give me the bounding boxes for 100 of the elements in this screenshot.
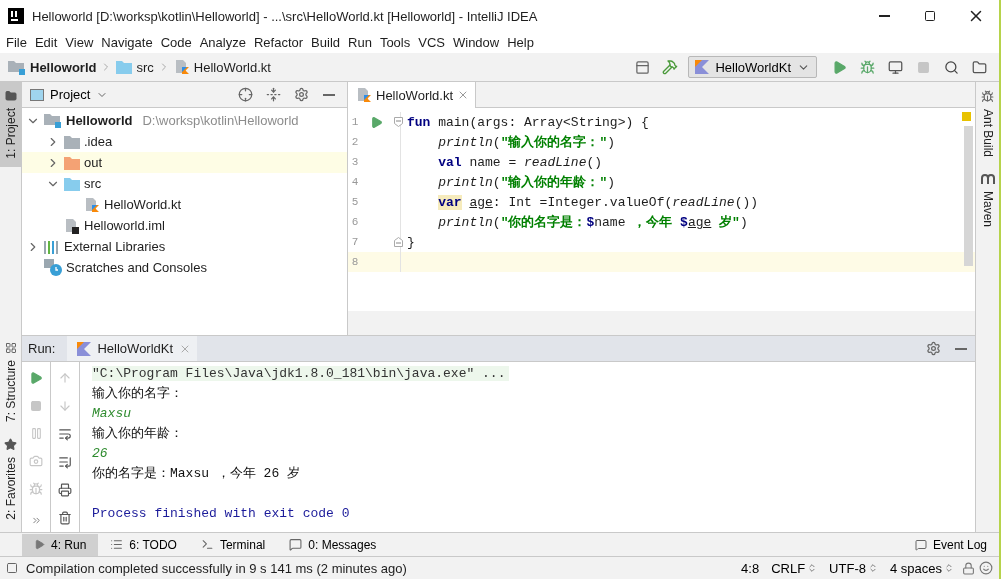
line-number: 7	[350, 236, 360, 248]
scrollbar-thumb[interactable]	[964, 126, 973, 266]
tool-window-tab[interactable]: Maven	[976, 165, 999, 236]
menu-item[interactable]: Build	[307, 35, 344, 50]
line-number: 1	[350, 116, 360, 128]
message-icon	[289, 538, 303, 551]
breadcrumb[interactable]: src	[116, 59, 154, 75]
play-icon	[34, 539, 45, 550]
tool-window-tab[interactable]: 7: Structure	[0, 334, 21, 431]
face-icon[interactable]	[979, 561, 993, 575]
breadcrumb[interactable]: Helloworld	[8, 59, 97, 75]
monitor-icon	[887, 59, 903, 75]
library-icon	[44, 239, 60, 254]
tree-item[interactable]: Scratches and Consoles	[22, 257, 347, 278]
minus-icon	[323, 93, 335, 96]
stop-icon	[916, 60, 930, 74]
line-separator-selector[interactable]: CRLF	[767, 560, 822, 576]
breadcrumb-label: src	[136, 59, 154, 75]
minus-icon	[955, 347, 967, 350]
tree-item[interactable]: .idea	[22, 131, 347, 152]
menu-item[interactable]: Tools	[375, 35, 415, 50]
tool-window-button[interactable]: 6: TODO	[98, 533, 189, 556]
excluded-folder-icon	[64, 155, 80, 170]
stop-icon	[30, 399, 42, 412]
module-folder-icon	[8, 59, 26, 75]
tree-item-label: src	[84, 176, 102, 191]
folder-icon	[116, 60, 133, 74]
maximize-icon	[924, 10, 936, 22]
menu-item[interactable]: View	[61, 35, 98, 50]
project-view-dropdown[interactable]: Project	[30, 87, 109, 102]
tool-window-button[interactable]: 0: Messages	[277, 533, 389, 556]
line-number: 8	[350, 256, 360, 268]
menu-item[interactable]: Help	[503, 35, 538, 50]
menu-item[interactable]: Navigate	[97, 35, 157, 50]
menu-item[interactable]: Edit	[30, 35, 62, 50]
fold-icon[interactable]	[394, 117, 403, 127]
console-line: 你的名字是：Maxsu ，今年 26 岁	[92, 465, 301, 482]
tool-window-tab-label: 2: Favorites	[3, 457, 18, 520]
scroll-end-icon	[58, 455, 72, 469]
tree-item[interactable]: HelloWorld.kt	[22, 194, 347, 215]
menu-item[interactable]: File	[2, 35, 31, 50]
caret-position[interactable]: 4:8	[737, 560, 764, 576]
tree-item-label: Helloworld.iml	[84, 218, 165, 233]
menu-item[interactable]: Window	[448, 35, 504, 50]
breadcrumb[interactable]: HelloWorld.kt	[173, 59, 271, 75]
tree-item-label: External Libraries	[64, 239, 166, 254]
tool-window-tab[interactable]: 1: Project	[0, 82, 21, 167]
fold-icon[interactable]	[394, 237, 403, 247]
folder-icon	[971, 59, 987, 75]
code-line: println("输入你的年龄：")	[437, 174, 616, 191]
tree-item[interactable]: src	[22, 173, 347, 194]
crosshair-icon	[237, 87, 253, 102]
menu-item[interactable]: VCS	[414, 35, 449, 50]
tool-window-button[interactable]: Terminal	[188, 533, 278, 556]
tree-item[interactable]: External Libraries	[22, 236, 347, 257]
kotlin-icon	[695, 60, 710, 74]
run-gutter-icon[interactable]	[370, 115, 383, 129]
run-configuration-dropdown[interactable]: HelloWorldKt	[688, 56, 817, 78]
indent-selector[interactable]: 4 spaces	[885, 560, 958, 576]
bug-icon	[29, 481, 43, 496]
run-tab-label: HelloWorldKt	[97, 341, 174, 356]
run-tab[interactable]: HelloWorldKt	[67, 336, 198, 361]
up-down-icon	[807, 563, 818, 573]
tool-window-button[interactable]: 4: Run	[22, 533, 99, 556]
code-line: val name = readLine()	[437, 154, 603, 170]
menu-item[interactable]: Refactor	[249, 35, 308, 50]
window-frame-icon	[634, 59, 650, 75]
pause-icon	[29, 426, 43, 440]
module-file-icon	[64, 217, 80, 234]
tree-item-label: .idea	[84, 134, 113, 149]
console-line: Maxsu	[92, 405, 132, 421]
lock-icon[interactable]	[962, 561, 975, 575]
trash-icon	[58, 511, 72, 525]
tool-window-tab-label: Maven	[980, 191, 995, 228]
tree-item-label: Helloworld	[66, 113, 133, 128]
event-log-button[interactable]: Event Log	[902, 533, 999, 556]
tree-item[interactable]: Helloworld.iml	[22, 215, 347, 236]
encoding-selector[interactable]: UTF-8	[825, 560, 882, 576]
menu-item[interactable]: Analyze	[195, 35, 250, 50]
tree-item[interactable]: Helloworld D:\worksp\kotlin\Helloworld	[22, 110, 347, 131]
terminal-icon	[200, 538, 214, 551]
console-line: 输入你的年龄：	[92, 425, 184, 442]
menu-item[interactable]: Run	[344, 35, 376, 50]
folder-icon	[64, 134, 80, 149]
code-line: println("你的名字是：$name ，今年 $age 岁")	[437, 213, 748, 231]
warning-marker[interactable]	[962, 112, 971, 121]
status-message: Compilation completed successfully in 9 s 141 ms (2 minutes ago)	[26, 560, 408, 576]
breadcrumb-label: Helloworld	[30, 59, 97, 75]
kotlin-icon	[77, 341, 92, 356]
bug-icon	[859, 59, 875, 75]
status-icon	[6, 562, 18, 574]
source-folder-icon	[64, 176, 80, 191]
tree-item[interactable]: out	[22, 152, 347, 173]
editor-tab[interactable]: HelloWorld.kt	[348, 82, 477, 108]
tool-window-tab[interactable]: Ant Build	[976, 82, 999, 166]
module-folder-icon	[44, 113, 62, 128]
menu-item[interactable]: Code	[156, 35, 196, 50]
tool-window-tab[interactable]: 2: Favorites	[0, 430, 21, 528]
search-icon	[943, 59, 959, 75]
collapse-icon	[265, 87, 281, 102]
